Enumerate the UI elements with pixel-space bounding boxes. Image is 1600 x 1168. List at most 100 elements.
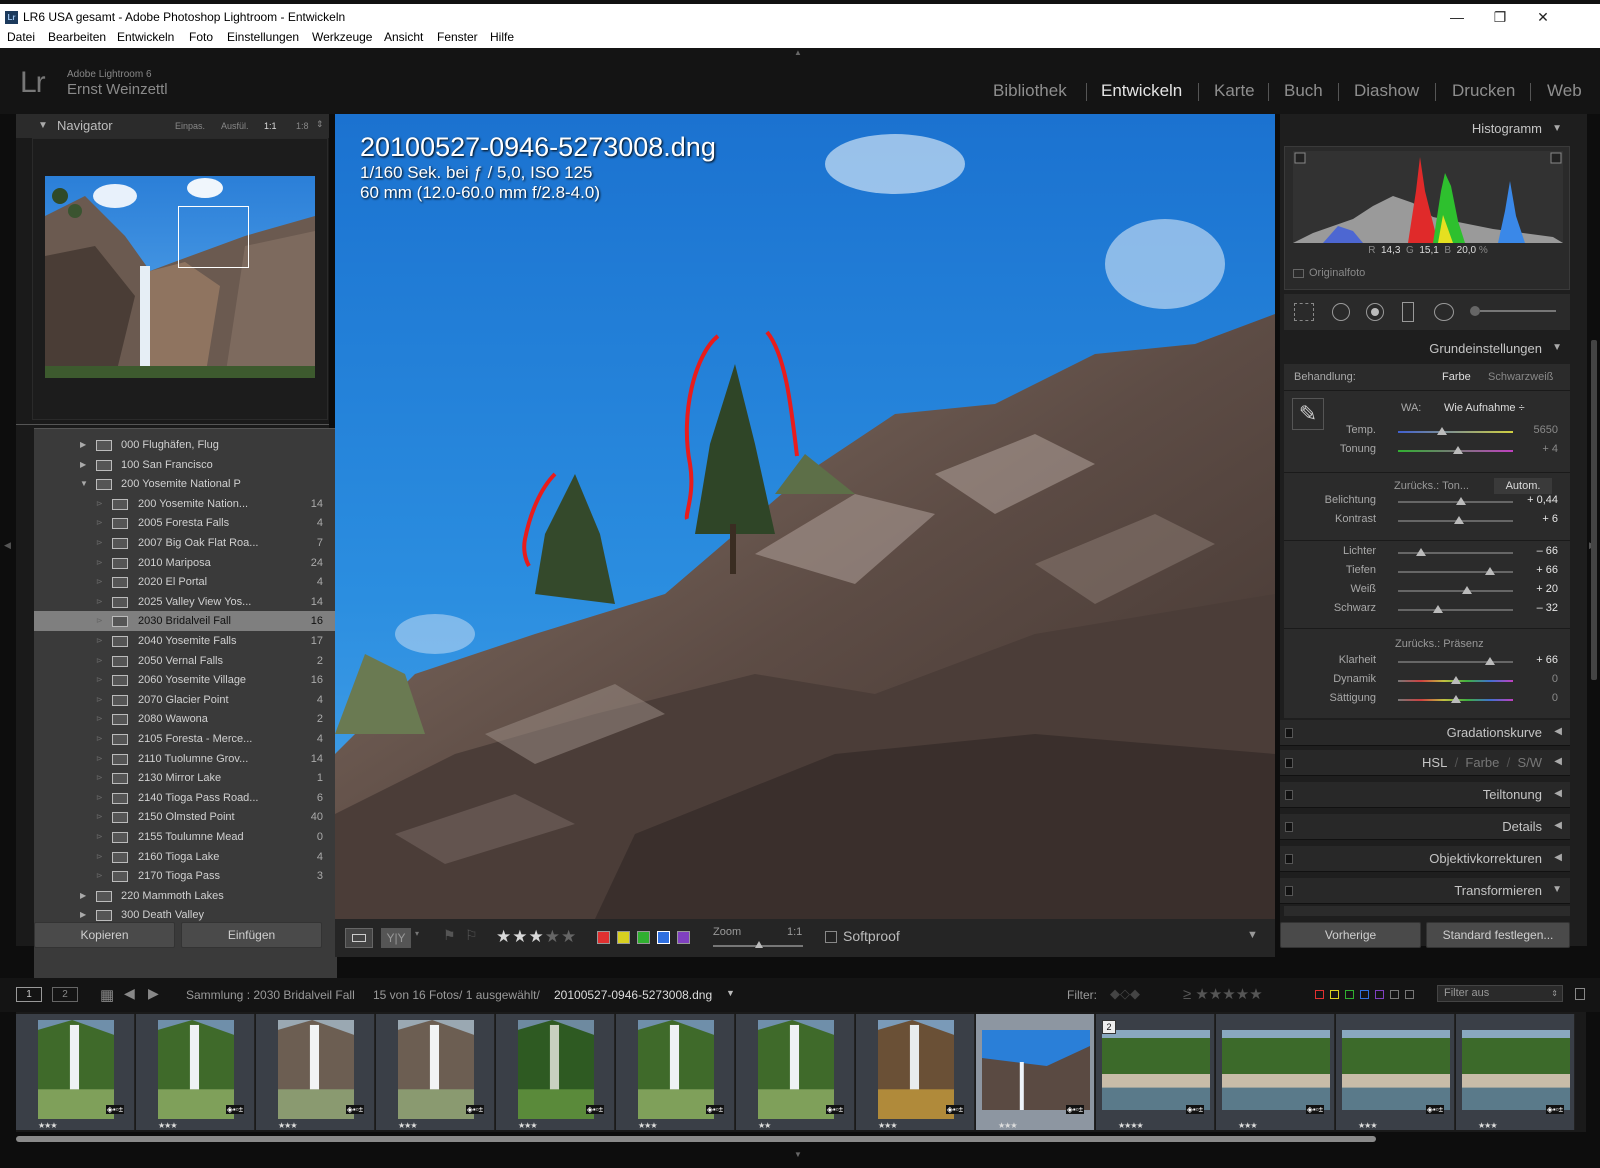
folder-subitem-icon[interactable]: ⊳ — [96, 847, 103, 867]
wb-select[interactable]: Wie Aufnahme ÷ — [1444, 402, 1525, 414]
rating-filter-icon[interactable]: ≥ ★★★★★ — [1183, 985, 1263, 1003]
slider-track[interactable] — [1398, 605, 1513, 613]
zoom-fill[interactable]: Ausfül. — [221, 121, 249, 131]
zoom-1-8[interactable]: 1:8 — [296, 121, 309, 131]
folder-item[interactable]: ⊳ 200 Yosemite Nation... 14 — [34, 494, 337, 514]
menu-entwickeln[interactable]: Entwickeln — [117, 30, 174, 44]
slider-dynamik[interactable]: Dynamik 0 — [1284, 673, 1574, 691]
color-filter-swatch[interactable] — [1345, 990, 1354, 999]
folder-item[interactable]: ▶ 000 Flughäfen, Flug — [34, 435, 337, 455]
slider-knob[interactable] — [1450, 676, 1461, 684]
navigator-header[interactable]: ▼ Navigator Einpas. Ausfül. 1:1 1:8 ⇕ — [16, 114, 329, 138]
slider-track[interactable] — [1398, 586, 1513, 594]
folder-subitem-icon[interactable]: ⊳ — [96, 807, 103, 827]
set-default-button[interactable]: Standard festlegen... — [1426, 922, 1570, 948]
tone-curve-header[interactable]: Gradationskurve ◀ — [1280, 720, 1570, 746]
folder-subitem-icon[interactable]: ⊳ — [96, 592, 103, 612]
folder-subitem-icon[interactable]: ⊳ — [96, 729, 103, 749]
slider-lichter[interactable]: Lichter – 66 — [1284, 545, 1574, 563]
before-after-icon[interactable]: Y|Y — [381, 928, 411, 948]
folder-subitem-icon[interactable]: ⊳ — [96, 709, 103, 729]
folder-item[interactable]: ⊳ 2110 Tuolumne Grov... 14 — [34, 749, 337, 769]
filmstrip-thumbnail[interactable]: ★★★ ◈▪▫± — [1456, 1014, 1575, 1130]
zoom-fit[interactable]: Einpas. — [175, 121, 205, 131]
folder-subitem-icon[interactable]: ⊳ — [96, 866, 103, 886]
disclosure-triangle-icon[interactable]: ▼ — [80, 474, 88, 494]
module-entwickeln[interactable]: Entwickeln — [1101, 81, 1182, 101]
crop-tool-icon[interactable] — [1294, 303, 1314, 321]
disclosure-triangle-icon[interactable]: ▶ — [80, 886, 86, 906]
softproof-checkbox[interactable] — [825, 931, 837, 943]
slider-value[interactable]: + 20 — [1536, 583, 1558, 595]
star-icon[interactable]: ★ — [512, 927, 528, 946]
filmstrip-thumbnail[interactable]: ★★★ ◈▪▫± — [16, 1014, 135, 1130]
disclosure-triangle-icon[interactable]: ▶ — [80, 455, 86, 475]
filmstrip-thumbnail[interactable]: ★★★ ◈▪▫± — [136, 1014, 255, 1130]
slider-track[interactable] — [1398, 548, 1513, 556]
slider-tonung[interactable]: Tonung + 4 — [1284, 443, 1574, 461]
folder-item[interactable]: ⊳ 2160 Tioga Lake 4 — [34, 847, 337, 867]
slider-value[interactable]: + 0,44 — [1527, 494, 1558, 506]
menu-bearbeiten[interactable]: Bearbeiten — [48, 30, 106, 44]
folder-subitem-icon[interactable]: ⊳ — [96, 768, 103, 788]
navigator-thumbnail[interactable] — [45, 176, 315, 378]
color-label-swatch[interactable] — [597, 931, 610, 944]
filmstrip-thumbnail[interactable]: ★★★ ◈▪▫± — [616, 1014, 735, 1130]
menu-fenster[interactable]: Fenster — [437, 30, 478, 44]
color-filter-swatch[interactable] — [1405, 990, 1414, 999]
panel-switch[interactable] — [1285, 886, 1293, 896]
flag-filter-icon[interactable]: ◆◇◆ — [1110, 986, 1140, 1002]
folder-subitem-icon[interactable]: ⊳ — [96, 749, 103, 769]
color-label-swatch[interactable] — [637, 931, 650, 944]
main-image-view[interactable] — [335, 114, 1275, 919]
star-icon[interactable]: ★ — [545, 927, 561, 946]
basic-header[interactable]: Grundeinstellungen ▼ — [1280, 336, 1570, 362]
toolbar-options-icon[interactable]: ▼ — [1247, 929, 1258, 941]
slider-track[interactable] — [1398, 446, 1513, 454]
filter-preset-select[interactable]: Filter aus ⇕ — [1437, 985, 1563, 1002]
folder-item[interactable]: ⊳ 2155 Toulumne Mead 0 — [34, 827, 337, 847]
zoom-slider[interactable] — [713, 941, 803, 948]
presence-reset-button[interactable]: Zurücks.: Präsenz — [1395, 638, 1484, 650]
window-2-button[interactable]: 2 — [52, 987, 78, 1002]
filmstrip-thumbnail[interactable]: ★★★ ◈▪▫± — [496, 1014, 615, 1130]
slider-track[interactable] — [1398, 657, 1513, 665]
folder-subitem-icon[interactable]: ⊳ — [96, 611, 103, 631]
disclosure-triangle-icon[interactable]: ▶ — [80, 435, 86, 455]
histogram-graph[interactable] — [1293, 151, 1563, 243]
folder-item[interactable]: ⊳ 2060 Yosemite Village 16 — [34, 670, 337, 690]
filmstrip-thumbnail[interactable]: ★★★ ◈▪▫± — [976, 1014, 1095, 1130]
slider-kontrast[interactable]: Kontrast + 6 — [1284, 513, 1574, 531]
color-filter-swatch[interactable] — [1330, 990, 1339, 999]
minimize-icon[interactable]: — — [1437, 6, 1477, 28]
folder-subitem-icon[interactable]: ⊳ — [96, 788, 103, 808]
copy-settings-button[interactable]: Kopieren — [34, 922, 175, 948]
before-after-dropdown-icon[interactable]: ▾ — [415, 929, 419, 938]
filmstrip-thumbnail[interactable]: ★★ ◈▪▫± — [736, 1014, 855, 1130]
slider-track[interactable] — [1398, 427, 1513, 435]
module-karte[interactable]: Karte — [1214, 81, 1255, 101]
original-photo-checkbox[interactable] — [1293, 269, 1304, 278]
slider-knob[interactable] — [1485, 567, 1495, 575]
back-arrow-icon[interactable]: ◀ — [124, 985, 135, 1002]
panel-switch[interactable] — [1285, 790, 1293, 800]
slider-track[interactable] — [1398, 516, 1513, 524]
slider-knob[interactable] — [1462, 586, 1472, 594]
menu-ansicht[interactable]: Ansicht — [384, 30, 423, 44]
star-icon[interactable]: ★ — [529, 927, 545, 946]
bottom-panel-toggle-icon[interactable]: ▼ — [794, 1150, 802, 1159]
folder-item[interactable]: ⊳ 2040 Yosemite Falls 17 — [34, 631, 337, 651]
slider-knob[interactable] — [1433, 605, 1444, 613]
folder-item[interactable]: ⊳ 2130 Mirror Lake 1 — [34, 768, 337, 788]
filter-lock-icon[interactable] — [1575, 988, 1585, 1000]
slider-tiefen[interactable]: Tiefen + 66 — [1284, 564, 1574, 582]
folder-item[interactable]: ⊳ 2025 Valley View Yos... 14 — [34, 592, 337, 612]
right-scrollbar[interactable] — [1591, 340, 1597, 680]
slider-track[interactable] — [1398, 695, 1513, 703]
treatment-bw[interactable]: Schwarzweiß — [1488, 371, 1553, 383]
collapse-triangle-icon[interactable]: ▼ — [38, 120, 48, 131]
filmstrip-thumbnail[interactable]: ★★★ ◈▪▫± — [1336, 1014, 1455, 1130]
slider-track[interactable] — [1398, 676, 1513, 684]
slider-track[interactable] — [1398, 567, 1513, 575]
filmstrip-thumbnail[interactable]: ★★★ ◈▪▫± — [256, 1014, 375, 1130]
